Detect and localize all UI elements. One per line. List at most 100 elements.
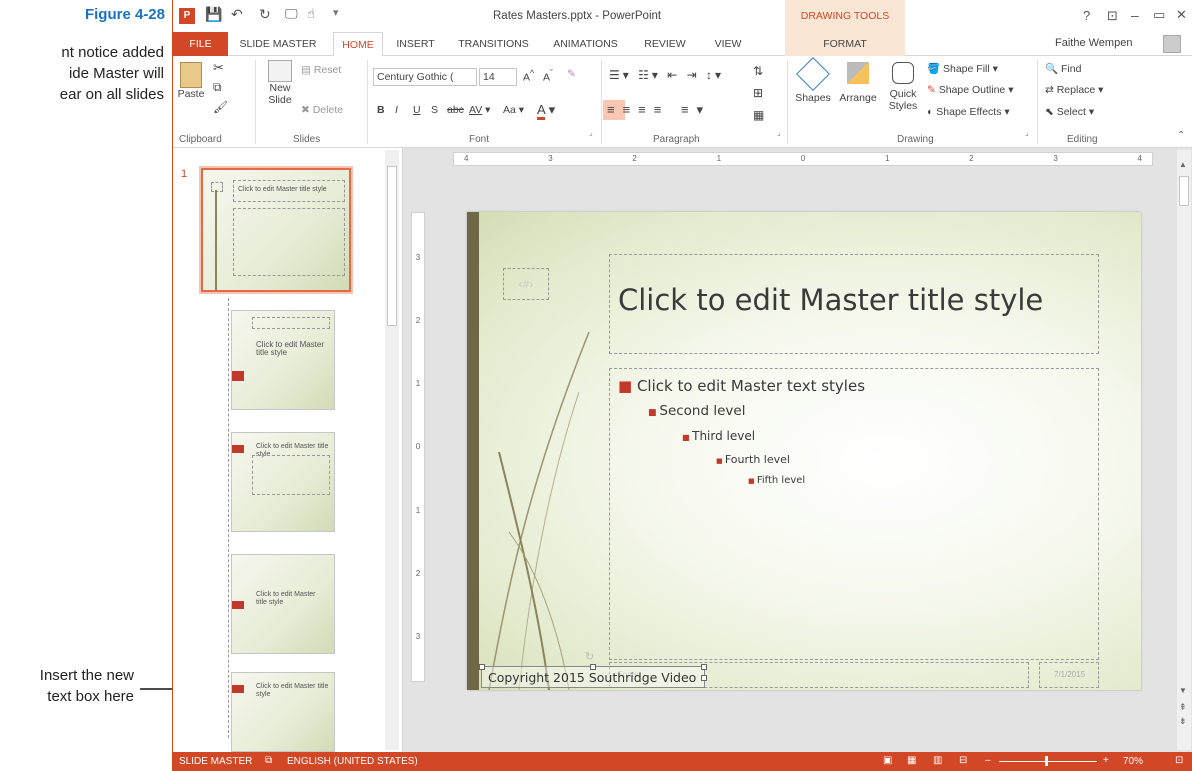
collapse-ribbon-icon[interactable]: ⌃: [1177, 130, 1185, 141]
shape-outline-button[interactable]: ✎ Shape Outline ▾: [927, 84, 1013, 96]
fit-slide-icon[interactable]: ⊡: [1175, 755, 1183, 766]
zoom-in-icon[interactable]: +: [1103, 755, 1109, 766]
quick-styles-button[interactable]: Quick Styles: [885, 62, 921, 112]
resize-handle[interactable]: [701, 675, 707, 681]
tab-animations[interactable]: ANIMATIONS: [543, 32, 628, 56]
layout-thumbnail[interactable]: Click to edit Master title style: [231, 432, 335, 532]
font-color-button[interactable]: A ▾: [537, 102, 555, 120]
touch-mode-icon[interactable]: ☝: [307, 6, 315, 22]
close-button[interactable]: ✕: [1176, 7, 1187, 23]
tab-slide-master[interactable]: SLIDE MASTER: [233, 32, 323, 56]
presentation-icon[interactable]: 🖵: [285, 6, 298, 22]
new-slide-button[interactable]: New Slide: [265, 60, 295, 106]
rotate-handle-icon[interactable]: ↻: [585, 650, 594, 663]
restore-button[interactable]: ▭: [1153, 7, 1165, 23]
strikethrough-button[interactable]: abc: [447, 104, 464, 116]
tab-file[interactable]: FILE: [173, 32, 228, 56]
zoom-out-icon[interactable]: –: [985, 755, 991, 766]
underline-button[interactable]: U: [413, 104, 421, 116]
user-name[interactable]: Faithe Wempen: [1055, 37, 1132, 49]
zoom-slider[interactable]: [999, 756, 1097, 766]
figure-title: Figure 4-28: [84, 6, 165, 23]
scroll-up-icon[interactable]: ▲: [1179, 160, 1187, 169]
arrange-button[interactable]: Arrange: [837, 62, 879, 104]
replace-button[interactable]: ⇄ Replace ▾: [1045, 84, 1103, 96]
undo-icon[interactable]: ↶: [231, 6, 243, 23]
date-placeholder[interactable]: 7/1/2015: [1039, 662, 1099, 688]
save-icon[interactable]: 💾: [205, 6, 222, 23]
tab-transitions[interactable]: TRANSITIONS: [451, 32, 536, 56]
zoom-slider-thumb[interactable]: [1045, 756, 1048, 766]
resize-handle[interactable]: [701, 664, 707, 670]
drawing-dialog-launcher-icon[interactable]: ⌟: [1025, 128, 1029, 137]
previous-slide-icon[interactable]: ⇞: [1179, 702, 1187, 713]
slide-sorter-icon[interactable]: ▦: [907, 755, 916, 766]
clear-format-icon[interactable]: ✎: [567, 68, 576, 80]
zoom-level[interactable]: 70%: [1123, 756, 1143, 767]
paste-button[interactable]: Paste: [177, 62, 205, 100]
delete-button[interactable]: ✖ Delete: [301, 104, 343, 116]
avatar[interactable]: [1163, 35, 1181, 53]
master-thumbnail[interactable]: Click to edit Master title style: [201, 168, 351, 292]
font-size-select[interactable]: 14: [479, 68, 517, 86]
spelling-icon[interactable]: ⧉: [265, 755, 272, 766]
slideshow-icon[interactable]: ⊟: [959, 755, 967, 766]
resize-handle[interactable]: [590, 664, 596, 670]
quick-access-customize-icon[interactable]: ▾: [333, 6, 339, 19]
reset-button[interactable]: ▤ Reset: [301, 64, 341, 76]
char-spacing-button[interactable]: AV ▾: [469, 104, 490, 116]
thumbnail-scroll-thumb[interactable]: [387, 166, 397, 326]
shapes-button[interactable]: Shapes: [795, 57, 831, 104]
text-direction-icon[interactable]: ⇅: [753, 64, 763, 78]
tab-review[interactable]: REVIEW: [635, 32, 695, 56]
layout-thumbnail[interactable]: Click to edit Master title style: [231, 554, 335, 654]
normal-view-icon[interactable]: ▣: [883, 755, 892, 766]
font-dialog-launcher-icon[interactable]: ⌟: [589, 128, 593, 137]
tab-format[interactable]: FORMAT: [785, 32, 905, 56]
title-placeholder[interactable]: Click to edit Master title style: [609, 254, 1099, 354]
ribbon-display-icon[interactable]: ⊡: [1107, 8, 1118, 24]
align-text-icon[interactable]: ⊞: [753, 86, 763, 100]
tab-insert[interactable]: INSERT: [388, 32, 443, 56]
find-button[interactable]: 🔍 Find: [1045, 62, 1081, 75]
select-button[interactable]: ⬉ Select ▾: [1045, 106, 1094, 118]
tab-home[interactable]: HOME: [333, 32, 383, 57]
language-label[interactable]: ENGLISH (UNITED STATES): [287, 756, 418, 767]
thumbnail-scrollbar[interactable]: [385, 150, 399, 750]
shadow-button[interactable]: S: [431, 104, 438, 116]
smartart-icon[interactable]: ▦: [753, 108, 764, 122]
shape-effects-button[interactable]: ◐ Shape Effects ▾: [927, 106, 1010, 118]
redo-icon[interactable]: ↻: [259, 6, 271, 23]
list-buttons[interactable]: ☰▾ ☷▾ ⇤ ⇥ ↕▾: [609, 68, 724, 82]
shape-fill-button[interactable]: 🪣 Shape Fill ▾: [927, 62, 998, 75]
minimize-button[interactable]: –: [1131, 7, 1139, 23]
bold-button[interactable]: B: [377, 104, 385, 116]
slide-number-placeholder[interactable]: ‹#›: [503, 268, 549, 300]
paragraph-dialog-launcher-icon[interactable]: ⌟: [777, 128, 781, 137]
copyright-text: Copyright 2015 Southridge Video: [488, 670, 697, 685]
next-slide-icon[interactable]: ⇟: [1179, 716, 1187, 727]
resize-handle[interactable]: [479, 664, 485, 670]
slide-canvas[interactable]: ‹#› Click to edit Master title style ■ C…: [467, 212, 1141, 690]
shrink-font-button[interactable]: Aˇ: [543, 68, 553, 84]
format-painter-icon[interactable]: 🖌: [213, 100, 228, 114]
copy-icon[interactable]: ⧉: [213, 80, 222, 95]
arrange-icon: [847, 62, 869, 84]
scroll-down-icon[interactable]: ▼: [1179, 686, 1187, 695]
layout-thumbnail[interactable]: Click to edit Master title style: [231, 672, 335, 752]
font-name-select[interactable]: Century Gothic (: [373, 68, 477, 86]
alignment-buttons[interactable]: ≡≡≡≡ ≡▾: [607, 102, 711, 118]
copyright-text-box[interactable]: Copyright 2015 Southridge Video: [479, 664, 707, 688]
italic-button[interactable]: I: [395, 104, 398, 116]
grow-font-button[interactable]: A^: [523, 68, 534, 84]
tab-view[interactable]: VIEW: [703, 32, 753, 56]
change-case-button[interactable]: Aa ▾: [503, 104, 524, 116]
reading-view-icon[interactable]: ▥: [933, 755, 942, 766]
editor-scroll-thumb[interactable]: [1179, 176, 1189, 206]
help-icon[interactable]: ?: [1083, 8, 1090, 23]
editor-scrollbar[interactable]: ▲ ▼ ⇞ ⇟: [1177, 150, 1191, 750]
body-placeholder[interactable]: ■ Click to edit Master text styles ■ Sec…: [609, 368, 1099, 660]
cut-icon[interactable]: ✂: [213, 60, 224, 76]
layout-thumbnail[interactable]: Click to edit Master title style: [231, 310, 335, 410]
group-divider: [1037, 60, 1038, 144]
